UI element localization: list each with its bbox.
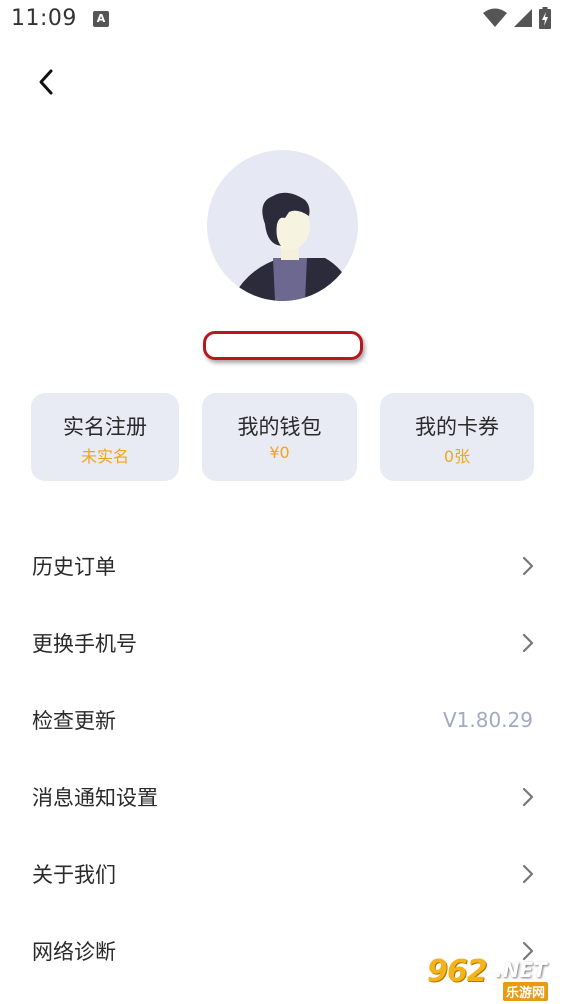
coupons-title: 我的卡券	[415, 415, 499, 439]
battery-charging-icon	[539, 7, 551, 29]
realname-card[interactable]: 实名注册 未实名	[31, 393, 179, 481]
chevron-right-icon	[522, 787, 534, 807]
site-watermark: 962 .NET 乐游网	[427, 954, 561, 1001]
menu-item-about-us[interactable]: 关于我们	[0, 844, 565, 904]
menu-item-label: 网络诊断	[32, 940, 116, 964]
watermark-logo: 962	[427, 954, 488, 989]
menu-item-notification-settings[interactable]: 消息通知设置	[0, 767, 565, 827]
menu-item-history-orders[interactable]: 历史订单	[0, 536, 565, 596]
wallet-title: 我的钱包	[237, 415, 322, 439]
watermark-net: .NET	[495, 958, 547, 982]
wallet-card[interactable]: 我的钱包 ¥0	[202, 393, 357, 481]
wifi-icon	[483, 8, 507, 27]
menu-item-label: 消息通知设置	[32, 786, 158, 810]
chevron-right-icon	[522, 864, 534, 884]
menu-item-label: 关于我们	[32, 863, 116, 887]
realname-title: 实名注册	[63, 415, 147, 439]
wallet-balance: ¥0	[269, 443, 290, 462]
username-field[interactable]	[203, 331, 363, 360]
coupons-count: 0张	[443, 447, 471, 466]
status-time: 11:09	[11, 6, 77, 31]
cell-signal-icon	[514, 9, 532, 27]
menu-item-label: 历史订单	[32, 555, 116, 579]
chevron-right-icon	[522, 556, 534, 576]
back-button[interactable]	[26, 62, 66, 102]
menu-item-check-update[interactable]: 检查更新 V1.80.29	[0, 690, 565, 750]
menu-item-label: 更换手机号	[32, 632, 137, 656]
coupons-card[interactable]: 我的卡券 0张	[380, 393, 534, 481]
chevron-right-icon	[522, 633, 534, 653]
app-version: V1.80.29	[442, 708, 533, 732]
realname-status: 未实名	[80, 447, 129, 466]
avatar[interactable]	[207, 150, 358, 301]
app-notification-icon: A	[93, 11, 109, 27]
watermark-sub: 乐游网	[503, 982, 549, 1001]
menu-item-label: 检查更新	[32, 709, 116, 733]
status-icons	[483, 7, 551, 29]
status-bar: 11:09 A	[0, 0, 565, 40]
chevron-left-icon	[39, 69, 53, 95]
user-avatar-icon	[231, 192, 357, 301]
menu-item-change-phone[interactable]: 更换手机号	[0, 613, 565, 673]
